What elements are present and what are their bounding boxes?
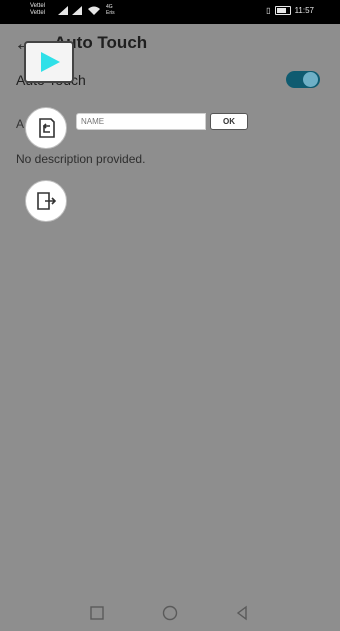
- auto-touch-toggle[interactable]: [286, 71, 320, 88]
- network-labels: 4G Eris: [106, 4, 115, 16]
- description-text: No description provided.: [16, 152, 146, 166]
- battery-icon: [274, 6, 291, 15]
- circle-icon[interactable]: [161, 604, 179, 622]
- signal-icon: [58, 6, 68, 15]
- system-nav-bar: [0, 596, 340, 631]
- status-right: ▯ 11:57: [266, 6, 314, 15]
- play-button[interactable]: [24, 41, 74, 83]
- triangle-back-icon[interactable]: [233, 604, 251, 622]
- vibrate-icon: ▯: [266, 6, 271, 15]
- status-bar: Vettel Vettel 4G Eris ▯ 11:57: [0, 0, 340, 24]
- clock: 11:57: [294, 6, 314, 15]
- carrier-2: Vettel: [30, 10, 46, 16]
- row-label-partial: A: [16, 117, 25, 131]
- toggle-knob: [303, 72, 318, 87]
- play-icon: [41, 52, 60, 72]
- name-entry-box: OK: [72, 111, 254, 133]
- export-button[interactable]: [25, 107, 67, 149]
- wifi-icon: [88, 6, 100, 15]
- save-file-icon: [37, 192, 57, 210]
- save-file-button[interactable]: [25, 180, 67, 222]
- name-input[interactable]: [76, 113, 206, 130]
- carrier-1: Vettel: [30, 3, 46, 9]
- carrier-labels: Vettel Vettel: [30, 3, 45, 17]
- ok-button[interactable]: OK: [210, 113, 248, 130]
- square-icon[interactable]: [88, 604, 106, 622]
- signal-icon: [72, 6, 82, 15]
- export-icon: [39, 118, 55, 138]
